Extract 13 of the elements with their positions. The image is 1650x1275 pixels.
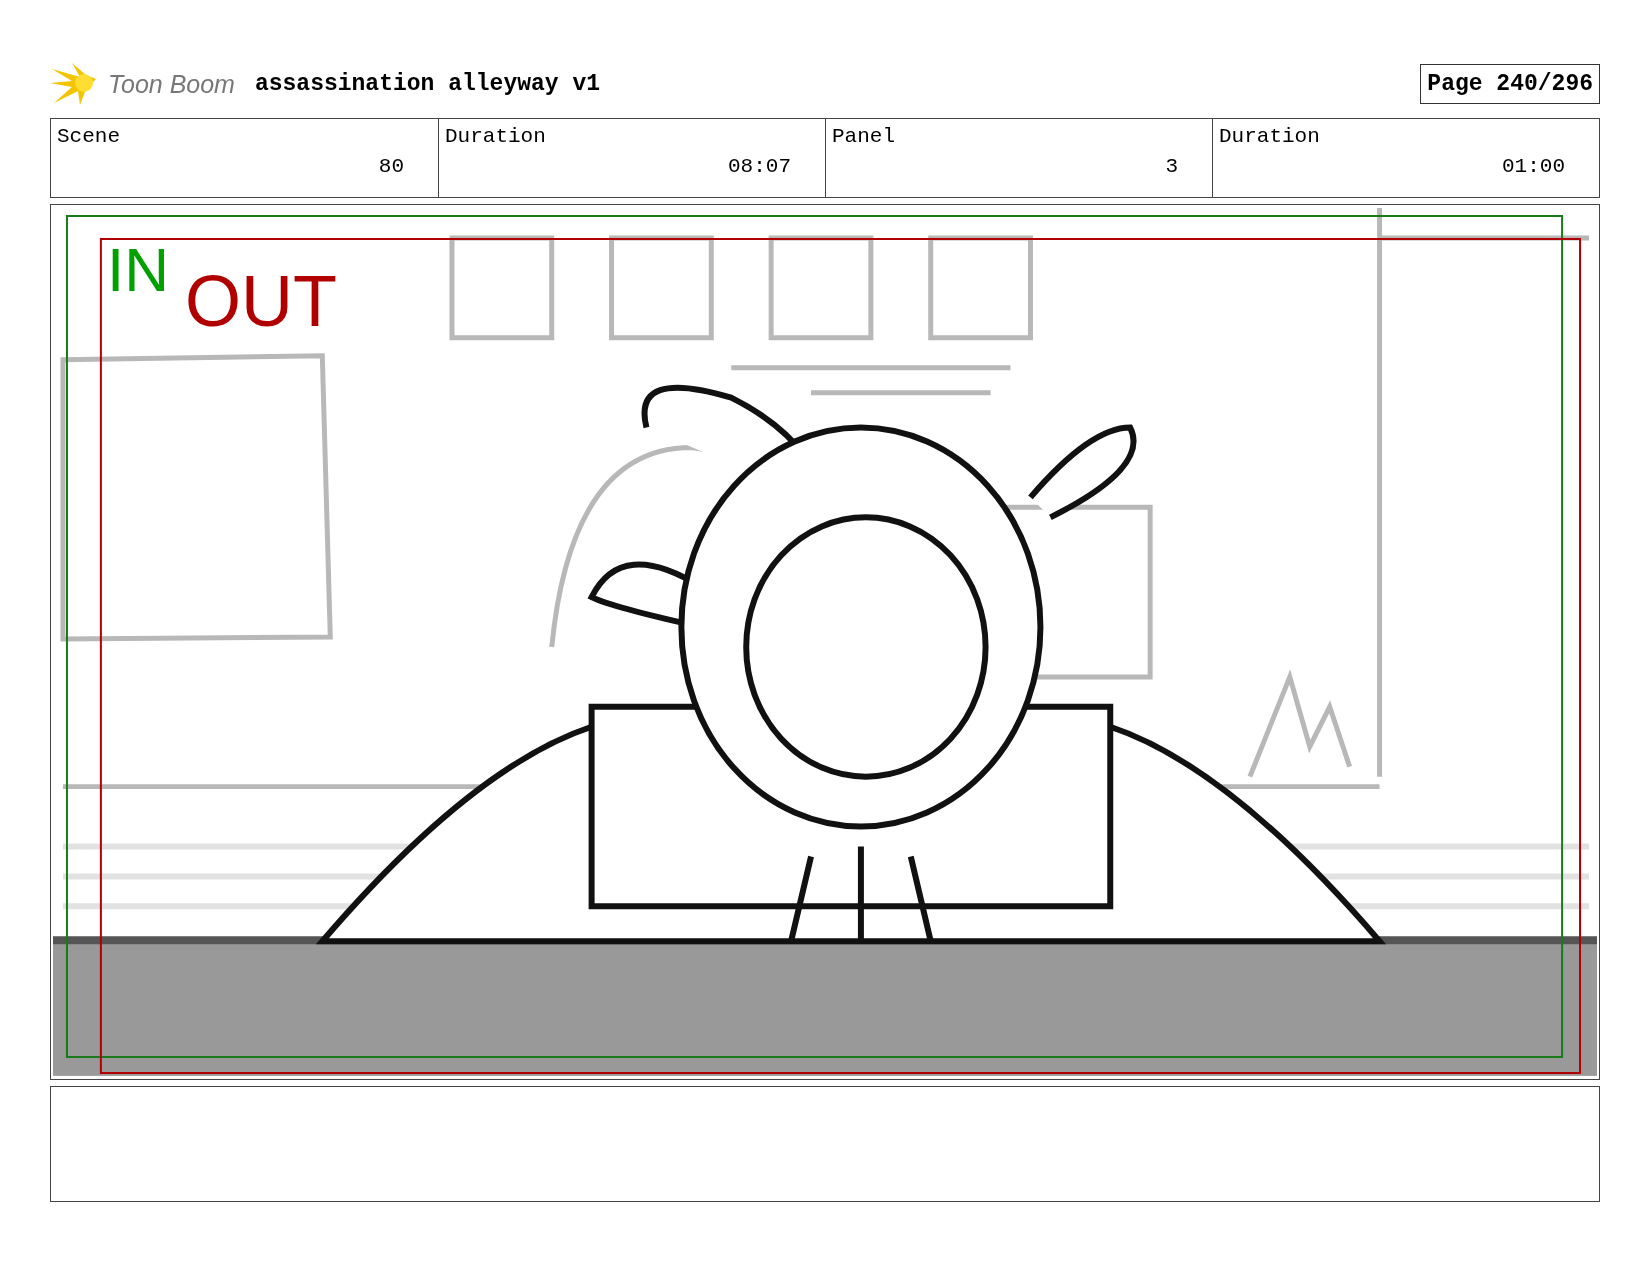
info-label: Scene — [57, 125, 121, 148]
project-title: assassination alleyway v1 — [254, 71, 600, 97]
info-value: 08:07 — [728, 155, 791, 178]
out-frame-label: OUT — [185, 265, 337, 337]
info-value: 01:00 — [1502, 155, 1565, 178]
info-label: Duration — [1219, 125, 1321, 148]
info-value: 80 — [378, 155, 404, 178]
in-frame-label: IN — [107, 239, 169, 301]
info-label: Panel — [832, 125, 896, 148]
logo-text: Toon Boom — [108, 69, 235, 99]
info-label: Duration — [445, 125, 547, 148]
page-number: Page 240/296 — [1420, 64, 1600, 104]
info-value: 3 — [1165, 155, 1178, 178]
